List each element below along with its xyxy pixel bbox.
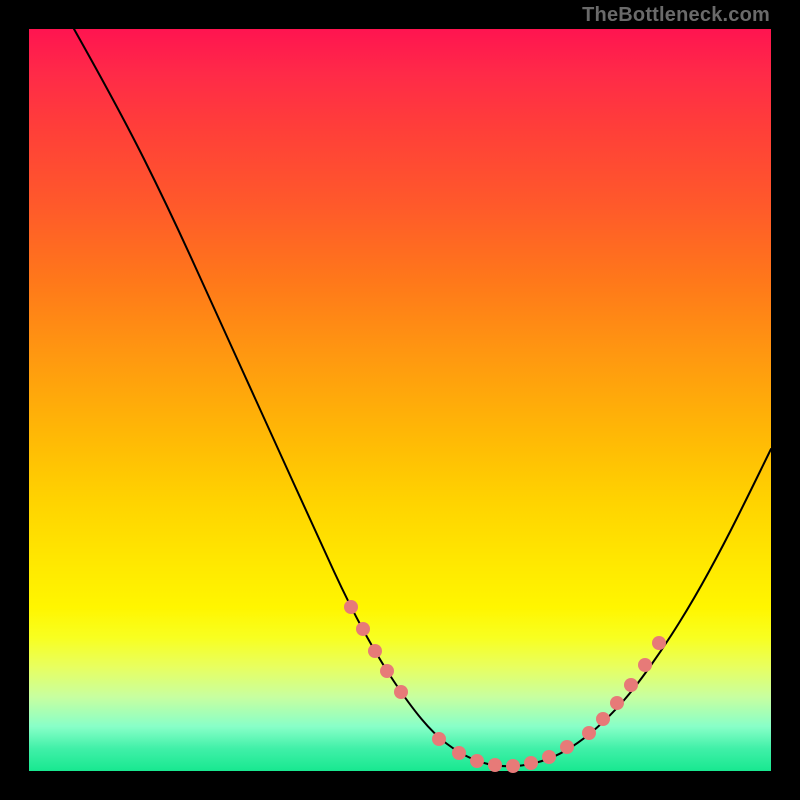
highlight-dot (470, 754, 484, 768)
highlight-dot (542, 750, 556, 764)
highlight-dot (652, 636, 666, 650)
highlight-dot (356, 622, 370, 636)
highlight-dot (368, 644, 382, 658)
highlight-dot (488, 758, 502, 772)
highlight-dot (452, 746, 466, 760)
chart-overlay (29, 29, 771, 771)
highlight-dot (524, 756, 538, 770)
highlight-dot (582, 726, 596, 740)
highlight-dots-group (344, 600, 666, 773)
highlight-dot (560, 740, 574, 754)
highlight-dot (596, 712, 610, 726)
chart-frame: TheBottleneck.com (0, 0, 800, 800)
highlight-dot (610, 696, 624, 710)
bottleneck-curve (74, 29, 771, 766)
highlight-dot (638, 658, 652, 672)
highlight-dot (394, 685, 408, 699)
highlight-dot (506, 759, 520, 773)
watermark-text: TheBottleneck.com (582, 4, 770, 27)
highlight-dot (624, 678, 638, 692)
highlight-dot (432, 732, 446, 746)
highlight-dot (344, 600, 358, 614)
highlight-dot (380, 664, 394, 678)
